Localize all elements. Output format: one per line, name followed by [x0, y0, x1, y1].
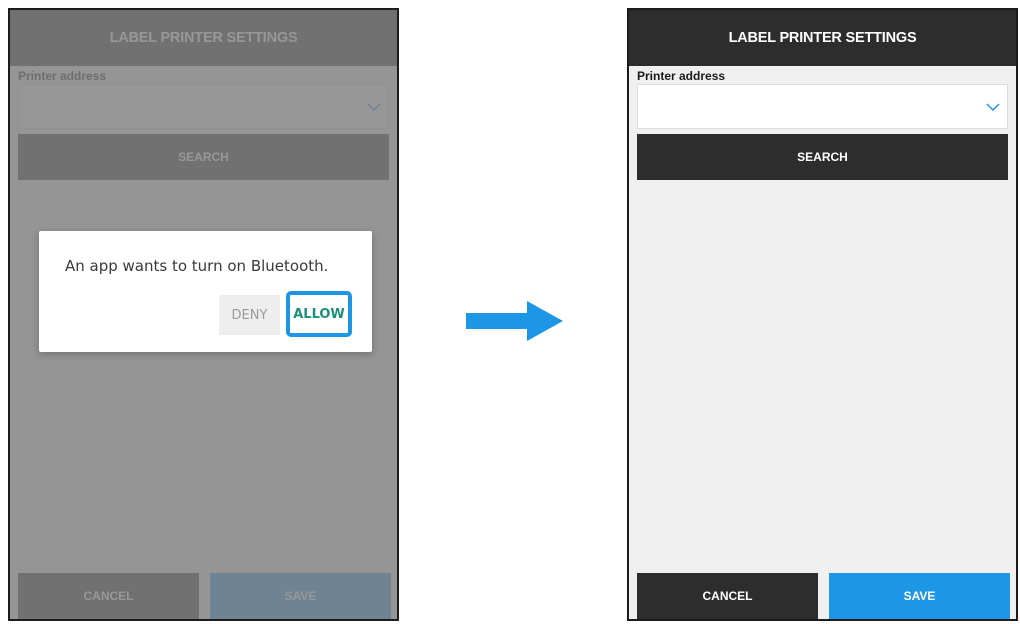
phone-screen-before: LABEL PRINTER SETTINGS Printer address S…	[8, 8, 399, 621]
cancel-button[interactable]: CANCEL	[637, 573, 818, 619]
allow-button[interactable]: ALLOW	[286, 291, 352, 337]
phone-screen-after: LABEL PRINTER SETTINGS Printer address S…	[627, 8, 1018, 621]
printer-address-select[interactable]	[637, 84, 1008, 129]
save-button[interactable]: SAVE	[829, 573, 1010, 619]
arrow-right-icon	[466, 301, 563, 341]
app-header: LABEL PRINTER SETTINGS	[629, 10, 1016, 66]
dialog-message: An app wants to turn on Bluetooth.	[65, 257, 329, 275]
printer-address-label: Printer address	[637, 69, 726, 83]
deny-button[interactable]: DENY	[219, 295, 280, 335]
page-title: LABEL PRINTER SETTINGS	[728, 30, 917, 46]
search-button[interactable]: SEARCH	[637, 134, 1008, 180]
bluetooth-permission-dialog: An app wants to turn on Bluetooth. DENY …	[39, 231, 372, 352]
chevron-down-icon	[986, 103, 1000, 112]
